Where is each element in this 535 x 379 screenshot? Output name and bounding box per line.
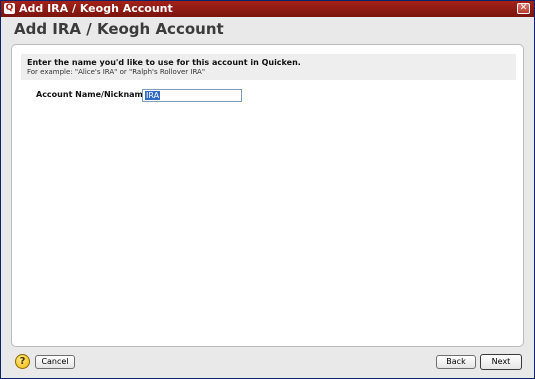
help-icon[interactable]: ? [15, 354, 30, 369]
dialog-content: Add IRA / Keogh Account Enter the name y… [1, 17, 534, 378]
form-panel: Enter the name you'd like to use for thi… [11, 44, 524, 347]
account-name-input[interactable]: IRA [142, 89, 242, 102]
window-title: Add IRA / Keogh Account [19, 2, 173, 15]
page-title: Add IRA / Keogh Account [14, 20, 224, 38]
example-text: For example: "Alice's IRA" or "Ralph's R… [27, 68, 206, 76]
quicken-app-icon: Q [4, 3, 15, 14]
dialog-window: Q Add IRA / Keogh Account ✕ Add IRA / Ke… [0, 0, 535, 379]
instruction-text: Enter the name you'd like to use for thi… [27, 58, 301, 67]
back-button[interactable]: Back [436, 355, 476, 369]
next-button[interactable]: Next [480, 354, 522, 370]
instruction-box: Enter the name you'd like to use for thi… [21, 54, 516, 80]
cancel-button[interactable]: Cancel [35, 355, 75, 369]
title-bar[interactable]: Q Add IRA / Keogh Account ✕ [1, 1, 534, 17]
account-name-value[interactable]: IRA [145, 91, 161, 100]
close-icon[interactable]: ✕ [517, 3, 530, 14]
account-name-label: Account Name/Nickname [36, 90, 149, 99]
